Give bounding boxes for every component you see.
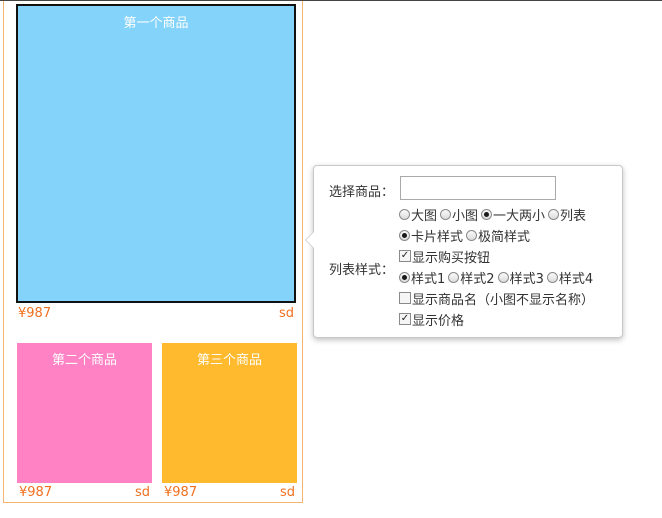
product-tag-3: sd — [279, 485, 295, 500]
radio-style-1[interactable] — [399, 271, 410, 283]
size-option-large[interactable]: 大图 — [399, 205, 437, 224]
size-option-one-big-two-small[interactable]: 一大两小 — [481, 205, 545, 224]
product-name-1: 第一个商品 — [123, 16, 189, 31]
radio-small[interactable] — [440, 208, 452, 220]
product-select-input[interactable] — [400, 176, 556, 200]
show-buy-button-checkbox[interactable]: ✓ — [399, 250, 411, 262]
product-preview-panel: 第一个商品 ¥987 sd 第二个商品 ¥987 sd 第三个商品 ¥987 s… — [3, 1, 303, 503]
size-option-list[interactable]: 列表 — [548, 205, 586, 224]
show-name-checkbox[interactable] — [399, 292, 411, 304]
style-option-1[interactable]: 样式1 — [399, 268, 445, 287]
style-option-2[interactable]: 样式2 — [448, 268, 495, 287]
show-price-row: ✓ 显示价格 — [399, 309, 467, 329]
style-option-4[interactable]: 样式4 — [546, 268, 593, 287]
show-buy-button-row: ✓ 显示购买按钮 — [399, 246, 493, 266]
product-card-2[interactable]: 第二个商品 ¥987 sd — [17, 343, 152, 503]
select-product-label: 选择商品： — [329, 185, 395, 200]
size-option-small[interactable]: 小图 — [440, 205, 478, 224]
radio-one-big-two-small[interactable] — [481, 208, 493, 220]
product-image-2: 第二个商品 — [17, 343, 152, 483]
style-option-3[interactable]: 样式3 — [497, 268, 544, 287]
card-option-card[interactable]: 卡片样式 — [399, 226, 463, 245]
product-tag-1: sd — [278, 306, 294, 321]
show-price-checkbox[interactable]: ✓ — [399, 313, 411, 325]
product-card-1[interactable]: 第一个商品 ¥987 sd — [16, 4, 296, 322]
product-card-3[interactable]: 第三个商品 ¥987 sd — [162, 343, 297, 503]
product-image-1: 第一个商品 — [16, 4, 296, 303]
settings-popover: 选择商品： 大图 小图 一大两小 列表 卡片样式 极简样式 列表样式： ✓ 显示购… — [305, 165, 623, 338]
card-option-group: 卡片样式 极简样式 — [399, 225, 533, 245]
show-buy-button-option[interactable]: ✓ 显示购买按钮 — [399, 247, 490, 266]
product-tag-2: sd — [134, 485, 150, 500]
show-name-row: 显示商品名（小图不显示名称） — [399, 288, 597, 308]
radio-minimal-style[interactable] — [466, 229, 478, 241]
product-price-1: ¥987 — [18, 306, 52, 321]
radio-style-3[interactable] — [497, 271, 509, 283]
product-name-2: 第二个商品 — [51, 353, 117, 368]
radio-large[interactable] — [399, 208, 410, 220]
radio-card-style[interactable] — [399, 229, 410, 241]
card-option-minimal[interactable]: 极简样式 — [466, 226, 530, 245]
show-name-option[interactable]: 显示商品名（小图不显示名称） — [399, 289, 594, 308]
radio-list[interactable] — [548, 208, 560, 220]
product-price-2: ¥987 — [19, 485, 53, 500]
list-style-label: 列表样式： — [329, 263, 395, 278]
radio-style-4[interactable] — [546, 271, 558, 283]
size-option-group: 大图 小图 一大两小 列表 — [399, 204, 589, 224]
style-option-group: 样式1 样式2 样式3 样式4 — [399, 267, 596, 287]
radio-style-2[interactable] — [448, 271, 460, 283]
product-name-3: 第三个商品 — [196, 353, 262, 368]
show-price-option[interactable]: ✓ 显示价格 — [399, 310, 464, 329]
product-price-3: ¥987 — [164, 485, 198, 500]
product-image-3: 第三个商品 — [162, 343, 297, 483]
